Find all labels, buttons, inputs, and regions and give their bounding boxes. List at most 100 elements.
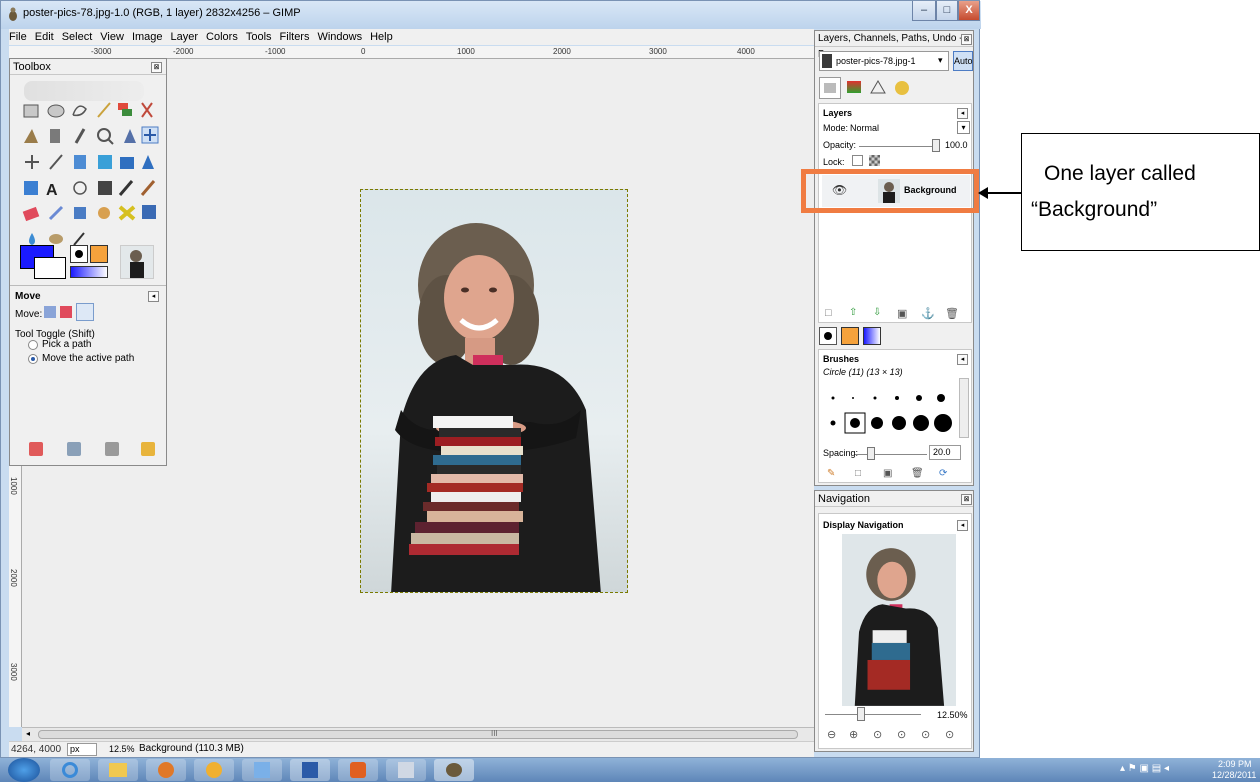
- lock-alpha-icon[interactable]: [869, 155, 880, 166]
- reset-options-icon[interactable]: [141, 442, 155, 456]
- anchor-layer-icon[interactable]: ⚓: [921, 307, 935, 320]
- zoom-out-icon[interactable]: ⊖: [827, 728, 836, 741]
- navigation-menu-button[interactable]: ◂: [957, 520, 968, 531]
- messenger-taskbar-icon[interactable]: [194, 759, 234, 781]
- scroll-left-arrow[interactable]: ◂: [26, 729, 36, 740]
- firefox-taskbar-icon[interactable]: [146, 759, 186, 781]
- lower-layer-icon[interactable]: ⇩: [873, 307, 881, 318]
- layers-dock-close-button[interactable]: ⊠: [961, 34, 972, 45]
- notes-taskbar-icon[interactable]: [386, 759, 426, 781]
- spacing-slider-handle[interactable]: [867, 447, 875, 460]
- duplicate-brush-icon[interactable]: ▣: [883, 468, 892, 479]
- image-layer-photo[interactable]: [360, 189, 628, 593]
- gimp-taskbar-icon[interactable]: [434, 759, 474, 781]
- image-select[interactable]: poster-pics-78.jpg-1 ▾: [819, 51, 949, 71]
- minimize-button[interactable]: –: [912, 1, 936, 21]
- toolbox-close-button[interactable]: ⊠: [151, 62, 162, 73]
- navigation-preview[interactable]: [842, 534, 956, 706]
- clock-date[interactable]: 12/28/2011: [1212, 770, 1256, 780]
- pick-path-radio[interactable]: [28, 340, 38, 350]
- opacity-slider-handle[interactable]: [932, 139, 940, 152]
- new-brush-icon[interactable]: □: [855, 468, 861, 479]
- tab-gradients[interactable]: [863, 327, 881, 345]
- active-image-thumbnail[interactable]: [120, 245, 154, 279]
- zoom-slider-handle[interactable]: [857, 707, 865, 721]
- menu-select[interactable]: Select: [62, 29, 93, 45]
- navigation-close-button[interactable]: ⊠: [961, 494, 972, 505]
- brush-pattern-gradient-indicator[interactable]: [70, 245, 108, 279]
- brush-grid[interactable]: [823, 378, 959, 440]
- zoom-fill-icon[interactable]: ⊙: [921, 728, 930, 741]
- zoom-fit-icon[interactable]: ⊙: [897, 728, 906, 741]
- zoom-select[interactable]: 12.5%: [109, 744, 135, 754]
- tab-undo[interactable]: [891, 77, 913, 99]
- duplicate-layer-icon[interactable]: ▣: [897, 307, 907, 320]
- tab-layers[interactable]: [819, 77, 841, 99]
- move-selection-icon[interactable]: [60, 306, 72, 318]
- menu-layer[interactable]: Layer: [171, 29, 199, 45]
- zoom-100-icon[interactable]: ⊙: [873, 728, 882, 741]
- lock-pixels-checkbox[interactable]: [852, 155, 863, 166]
- mode-dropdown[interactable]: ▾: [957, 121, 970, 134]
- title-bar[interactable]: poster-pics-78.jpg-1.0 (RGB, 1 layer) 28…: [1, 1, 981, 29]
- menu-tools[interactable]: Tools: [246, 29, 272, 45]
- shrink-wrap-icon[interactable]: ⊙: [945, 728, 954, 741]
- move-active-path-radio[interactable]: [28, 354, 38, 364]
- menu-file[interactable]: File: [9, 29, 27, 45]
- menu-colors[interactable]: Colors: [206, 29, 238, 45]
- edit-brush-icon[interactable]: ✎: [827, 468, 835, 479]
- system-tray-icons[interactable]: ▴ ⚑ ▣ ▤ ◂: [1120, 763, 1169, 774]
- ruler-label: 4000: [737, 47, 755, 56]
- layers-dock-title[interactable]: Layers, Channels, Paths, Undo - B...: [815, 31, 973, 60]
- opacity-value[interactable]: 100.0: [945, 140, 968, 150]
- move-layer-icon[interactable]: [44, 306, 56, 318]
- tool-options-menu-button[interactable]: ◂: [148, 291, 159, 302]
- delete-layer-icon[interactable]: 🗑: [945, 307, 959, 320]
- refresh-brushes-icon[interactable]: ⟳: [939, 468, 947, 479]
- menu-windows[interactable]: Windows: [317, 29, 362, 45]
- maximize-button[interactable]: □: [936, 1, 958, 21]
- tab-patterns[interactable]: [841, 327, 859, 345]
- menu-view[interactable]: View: [100, 29, 124, 45]
- opacity-slider-track[interactable]: [859, 146, 939, 147]
- background-color-swatch[interactable]: [34, 257, 66, 279]
- start-button[interactable]: [8, 758, 40, 782]
- ruler-label: -3000: [91, 47, 112, 56]
- delete-options-icon[interactable]: [105, 442, 119, 456]
- brushes-menu-button[interactable]: ◂: [957, 354, 968, 365]
- app-taskbar-icon[interactable]: [242, 759, 282, 781]
- toolbox-title[interactable]: Toolbox: [10, 59, 166, 75]
- restore-options-icon[interactable]: [67, 442, 81, 456]
- scrollbar-thumb[interactable]: III: [38, 729, 798, 739]
- menu-image[interactable]: Image: [132, 29, 163, 45]
- layers-menu-button[interactable]: ◂: [957, 108, 968, 119]
- spacing-value[interactable]: 20.0: [929, 445, 961, 460]
- spacing-slider-track[interactable]: [855, 454, 927, 455]
- word-taskbar-icon[interactable]: [290, 759, 330, 781]
- ie-taskbar-icon[interactable]: [50, 759, 90, 781]
- clock-time[interactable]: 2:09 PM: [1218, 759, 1252, 769]
- close-button[interactable]: X: [958, 1, 980, 21]
- unit-select[interactable]: px: [67, 743, 97, 756]
- navigation-title[interactable]: Navigation: [815, 491, 973, 507]
- tab-channels[interactable]: [843, 77, 865, 99]
- horizontal-scrollbar[interactable]: ◂ III: [22, 727, 814, 741]
- zoom-slider-track[interactable]: [825, 714, 921, 715]
- media-player-taskbar-icon[interactable]: [338, 759, 378, 781]
- mode-value[interactable]: Normal: [850, 123, 879, 133]
- menu-filters[interactable]: Filters: [280, 29, 310, 45]
- annotation-callout: One layer called “Background”: [1021, 133, 1260, 251]
- menu-edit[interactable]: Edit: [35, 29, 54, 45]
- tab-paths[interactable]: [867, 77, 889, 99]
- save-options-icon[interactable]: [29, 442, 43, 456]
- raise-layer-icon[interactable]: ⇧: [849, 307, 857, 318]
- menu-help[interactable]: Help: [370, 29, 393, 45]
- zoom-in-icon[interactable]: ⊕: [849, 728, 858, 741]
- explorer-taskbar-icon[interactable]: [98, 759, 138, 781]
- brushes-scrollbar[interactable]: [959, 378, 969, 438]
- move-path-icon[interactable]: [76, 303, 94, 321]
- tab-brushes[interactable]: [819, 327, 837, 345]
- new-layer-icon[interactable]: □: [825, 307, 832, 319]
- auto-button[interactable]: Auto: [953, 51, 973, 71]
- delete-brush-icon[interactable]: 🗑: [911, 468, 924, 479]
